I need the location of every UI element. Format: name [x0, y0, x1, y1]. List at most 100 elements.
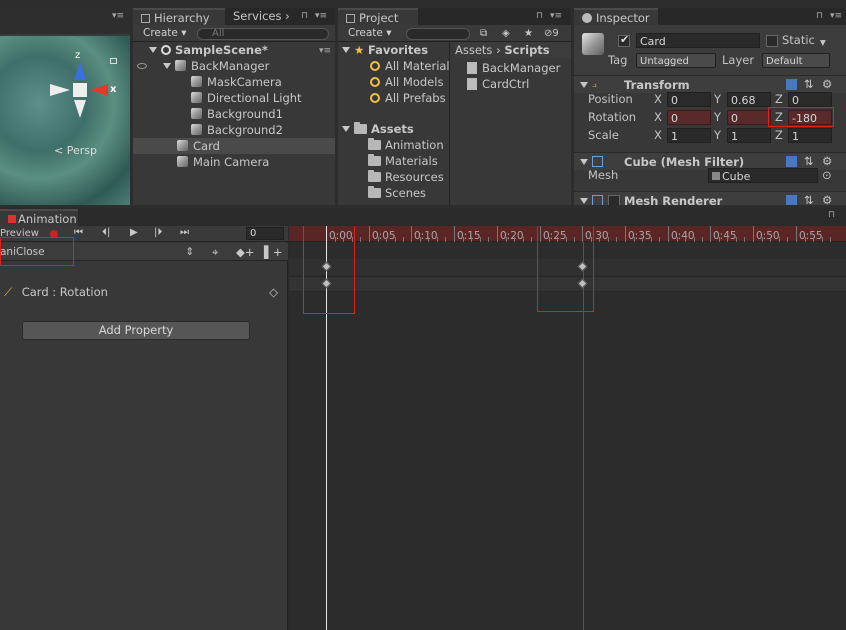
favorite-star-icon[interactable]: ★ — [524, 28, 533, 40]
hierarchy-item[interactable]: MaskCamera — [191, 74, 282, 90]
hierarchy-item[interactable]: Background2 — [191, 122, 283, 138]
mesh-object-field[interactable]: Cube — [708, 168, 818, 183]
static-dropdown-icon[interactable]: ▾ — [820, 35, 826, 49]
scale-z-label[interactable]: Z — [775, 128, 783, 143]
gear-icon[interactable]: ⚙ — [822, 193, 832, 205]
expand-arrow-icon[interactable] — [149, 47, 157, 53]
scene-view-panel[interactable]: ▾≡ z x < Persp — [0, 8, 130, 205]
gear-icon[interactable]: ⚙ — [822, 77, 832, 91]
gizmo-y-cone-icon[interactable] — [74, 62, 86, 80]
position-z-label[interactable]: Z — [775, 92, 783, 107]
tab-project[interactable]: Project — [338, 8, 418, 25]
rotation-x-field[interactable]: 0 — [667, 110, 711, 125]
favorites-header[interactable]: ★ Favorites — [342, 42, 428, 58]
scene-viewport[interactable]: z x < Persp — [0, 36, 130, 205]
rotation-x-label[interactable]: X — [654, 110, 662, 125]
tab-hierarchy[interactable]: Hierarchy — [133, 8, 225, 25]
hidden-packages-icon[interactable]: ⊘9 — [544, 28, 559, 40]
tag-dropdown[interactable]: Untagged — [636, 53, 716, 68]
dopesheet[interactable]: 0:00 0:05 0:10 0:15 0:20 0:25 0:30 0:35 0:40 0:45… — [289, 226, 846, 630]
gizmo-x-cone-icon[interactable] — [90, 84, 108, 96]
scale-x-label[interactable]: X — [654, 128, 662, 143]
animation-lock-icon[interactable]: ⊓ — [828, 211, 838, 220]
frame-input[interactable]: 0 — [246, 227, 284, 240]
persp-label[interactable]: < Persp — [54, 144, 97, 157]
scene-menu-icon[interactable]: ▾≡ — [112, 12, 124, 21]
hierarchy-menu-icon[interactable]: ▾≡ — [315, 12, 327, 21]
asset-folder[interactable]: Resources — [368, 169, 444, 185]
inspector-menu-icon[interactable]: ▾≡ — [830, 12, 842, 21]
gizmo-left-cone-icon[interactable] — [50, 84, 70, 96]
breadcrumb-assets[interactable]: Assets — [455, 43, 492, 57]
next-keyframe-icon[interactable]: |⏵ — [154, 227, 162, 238]
rotation-y-label[interactable]: Y — [714, 110, 721, 125]
lock-icon[interactable] — [110, 58, 117, 64]
expand-arrow-icon[interactable] — [580, 159, 588, 165]
expand-arrow-icon[interactable] — [163, 63, 171, 69]
add-property-button[interactable]: Add Property — [22, 321, 250, 340]
hierarchy-item[interactable]: BackManager — [163, 58, 269, 74]
hierarchy-search-input[interactable]: All — [197, 28, 329, 40]
gizmo-down-cone-icon[interactable] — [74, 100, 86, 118]
scene-gizmo[interactable]: z x — [48, 50, 116, 120]
object-picker-icon[interactable]: ⊙ — [822, 168, 832, 182]
hierarchy-create-dropdown[interactable]: Create ▾ — [143, 27, 187, 40]
help-icon[interactable] — [786, 195, 797, 205]
project-search-input[interactable] — [406, 28, 470, 40]
hierarchy-item[interactable]: Directional Light — [191, 90, 302, 106]
object-name-input[interactable]: Card — [636, 33, 760, 48]
hierarchy-item[interactable]: Main Camera — [177, 154, 269, 170]
preset-icon[interactable]: ⇅ — [804, 154, 814, 168]
first-keyframe-icon[interactable]: ⏮ — [74, 227, 83, 238]
help-icon[interactable] — [786, 79, 797, 90]
transform-header[interactable]: ⟓ Transform ⇅ ⚙ — [574, 75, 846, 93]
position-x-field[interactable]: 0 — [667, 92, 711, 107]
active-checkbox[interactable]: ✔ — [618, 33, 630, 47]
filter-label-icon[interactable]: ◈ — [502, 28, 510, 40]
scale-z-field[interactable]: 1 — [788, 128, 832, 143]
tab-animation[interactable]: Animation — [0, 209, 78, 226]
filter-by-selection-icon[interactable]: ⌖ — [212, 245, 218, 260]
project-menu-icon[interactable]: ▾≡ — [550, 12, 562, 21]
position-y-label[interactable]: Y — [714, 92, 721, 107]
static-checkbox[interactable] — [766, 35, 778, 47]
inspector-lock-icon[interactable]: ⊓ — [816, 12, 826, 21]
rotation-y-field[interactable]: 0 — [727, 110, 771, 125]
mesh-renderer-header[interactable]: Mesh Renderer ⇅ ⚙ — [574, 191, 846, 205]
scene-row-menu-icon[interactable]: ▾≡ — [319, 47, 331, 56]
position-z-field[interactable]: 0 — [788, 92, 832, 107]
assets-header[interactable]: Assets — [342, 121, 414, 137]
project-lock-icon[interactable]: ⊓ — [536, 12, 546, 21]
script-asset[interactable]: CardCtrl — [467, 76, 529, 92]
asset-folder[interactable]: Animation — [368, 137, 444, 153]
add-keyframe-icon[interactable]: ◆+ — [236, 245, 254, 259]
script-asset[interactable]: BackManager — [467, 60, 560, 76]
hierarchy-item-selected[interactable]: Card — [133, 138, 335, 154]
help-icon[interactable] — [786, 156, 797, 167]
gizmo-center-cube-icon[interactable] — [73, 83, 87, 97]
visibility-eye-icon[interactable] — [137, 63, 147, 69]
play-icon[interactable]: ▶ — [130, 227, 138, 238]
expand-arrow-icon[interactable] — [580, 198, 588, 204]
hierarchy-item[interactable]: Background1 — [191, 106, 283, 122]
keyframe-diamond-icon[interactable]: ◇ — [269, 284, 278, 300]
preset-icon[interactable]: ⇅ — [804, 77, 814, 91]
gear-icon[interactable]: ⚙ — [822, 154, 832, 168]
add-event-icon[interactable]: ▌+ — [264, 245, 282, 259]
preset-icon[interactable]: ⇅ — [804, 193, 814, 205]
layer-dropdown[interactable]: Default — [762, 53, 830, 68]
favorite-item[interactable]: All Prefabs — [370, 90, 446, 106]
tab-inspector[interactable]: Inspector — [574, 8, 658, 25]
mesh-renderer-enabled-checkbox[interactable] — [608, 195, 620, 205]
scene-root-row[interactable]: SampleScene* — [149, 42, 268, 58]
property-row[interactable]: ⟋ Card : Rotation ◇ — [4, 284, 284, 300]
scale-y-label[interactable]: Y — [714, 128, 721, 143]
hierarchy-lock-icon[interactable]: ⊓ — [301, 12, 311, 21]
asset-folder[interactable]: Scenes — [368, 185, 426, 201]
filter-type-icon[interactable]: ⧉ — [480, 28, 487, 40]
favorite-item[interactable]: All Models — [370, 74, 443, 90]
project-create-dropdown[interactable]: Create ▾ — [348, 27, 392, 40]
asset-folder[interactable]: Materials — [368, 153, 438, 169]
position-y-field[interactable]: 0.68 — [727, 92, 771, 107]
breadcrumb-scripts[interactable]: Scripts — [504, 43, 549, 57]
